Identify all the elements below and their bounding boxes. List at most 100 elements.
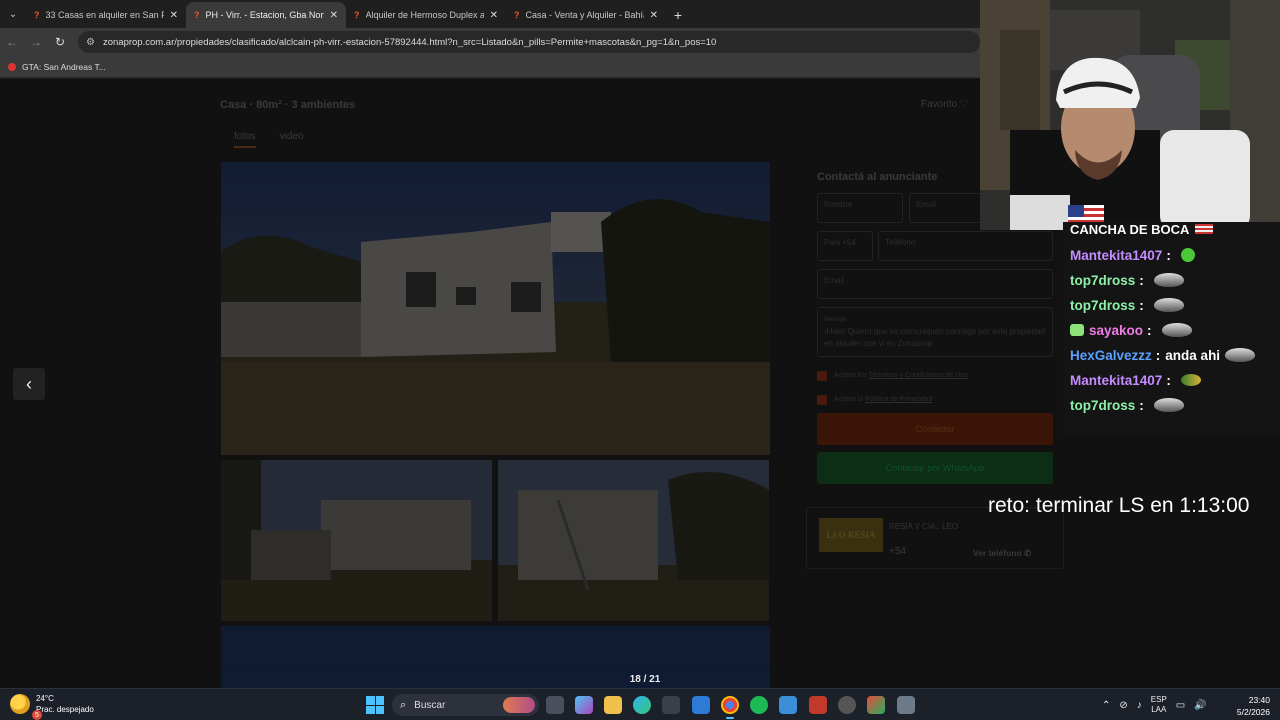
zonaprop-favicon-icon: ? xyxy=(34,10,40,20)
chrome-icon[interactable] xyxy=(721,696,739,719)
terms-link[interactable]: Términos y Condiciones de Uso xyxy=(869,372,968,379)
weather-temp: 24°C xyxy=(36,694,54,703)
user-badge-icon xyxy=(1070,324,1084,336)
chat-username: sayakoo xyxy=(1089,322,1144,338)
frog-emote-icon xyxy=(1180,374,1201,386)
weather-widget[interactable]: 5 24°C Prac. despejado xyxy=(10,693,94,720)
view-phone-label: Ver teléfono xyxy=(973,548,1022,558)
monitor-icon[interactable]: ▭ xyxy=(1176,700,1185,711)
view-phone-link[interactable]: Ver teléfono ✆ xyxy=(973,548,1031,559)
spotify-icon[interactable] xyxy=(750,696,768,714)
terms-label: Acepto los Términos y Condiciones de Uso xyxy=(834,372,968,379)
chat-username: Mantekita1407 xyxy=(1070,247,1163,263)
privacy-checkbox[interactable] xyxy=(817,395,827,405)
green-emote-icon xyxy=(1180,248,1195,262)
tab-3[interactable]: ? Alquiler de Hermoso Duplex a ✕ xyxy=(346,2,506,28)
privacy-prefix: Acepto la xyxy=(834,396,864,403)
webcam-image xyxy=(980,0,1280,230)
chevron-left-icon: ‹ xyxy=(26,373,32,394)
back-arrow-icon[interactable]: ← xyxy=(0,30,24,54)
reload-icon[interactable]: ↻ xyxy=(48,30,72,54)
microphone-icon[interactable]: ♪ xyxy=(1137,700,1142,711)
chat-message: Mantekita1407: xyxy=(1070,244,1195,266)
tab-2-close-icon[interactable]: ✕ xyxy=(330,10,338,21)
chat-message: sayakoo: xyxy=(1070,319,1192,341)
name-field[interactable]: Nombre xyxy=(817,193,903,223)
tab-2-title: PH - Virr. - Estacion, Gba Norte xyxy=(205,10,324,20)
tab-search-chevron-icon[interactable]: ⌄ xyxy=(0,0,26,28)
chat-username: top7dross xyxy=(1070,272,1136,288)
prefix-label: País xyxy=(824,238,841,247)
volume-icon[interactable]: 🔊 xyxy=(1194,700,1206,711)
car-emote-icon xyxy=(1153,273,1184,287)
network-off-icon[interactable]: ⊘ xyxy=(1119,700,1127,711)
gallery-thumb-3[interactable] xyxy=(221,626,770,688)
tab-video[interactable]: video xyxy=(280,131,304,148)
yard-photo-2 xyxy=(498,460,769,621)
message-text: ¡Hola! Quiero que se comuniquen conmigo … xyxy=(824,327,1046,348)
message-field[interactable]: Mensaje ¡Hola! Quiero que se comuniquen … xyxy=(817,307,1053,357)
mail-icon[interactable] xyxy=(692,696,710,714)
tools-icon[interactable] xyxy=(897,696,915,714)
terms-checkbox[interactable] xyxy=(817,371,827,381)
chat-username: top7dross xyxy=(1070,297,1136,313)
gallery-main-photo[interactable] xyxy=(221,162,770,455)
taskbar-search[interactable]: ⌕ Buscar xyxy=(392,694,539,716)
system-tray: ⌃ ⊘ ♪ ESP LAA ▭ 🔊 xyxy=(1102,689,1207,720)
notepad-icon[interactable] xyxy=(779,696,797,714)
heart-icon: ♡ xyxy=(959,99,969,110)
edge-icon[interactable] xyxy=(633,696,651,714)
store-icon[interactable] xyxy=(662,696,680,714)
lang-line-1: ESP xyxy=(1150,695,1167,704)
tab-3-title: Alquiler de Hermoso Duplex a xyxy=(365,10,484,20)
tab-1-close-icon[interactable]: ✕ xyxy=(170,10,178,21)
prefix-value: +54 xyxy=(842,238,856,247)
gallery-prev-button[interactable]: ‹ xyxy=(13,368,45,400)
agent-phone: +54 xyxy=(889,546,906,557)
phone-field[interactable]: Teléfono xyxy=(878,231,1053,261)
email-field[interactable]: Email xyxy=(817,269,1053,299)
favorite-label: Favorito xyxy=(921,99,958,110)
terms-prefix: Acepto los xyxy=(834,372,867,379)
url-input[interactable]: ⚙ zonaprop.com.ar/propiedades/clasificad… xyxy=(78,31,980,53)
tab-fotos[interactable]: fotos xyxy=(234,131,256,148)
tab-1[interactable]: ? 33 Casas en alquiler en San Fer ✕ xyxy=(26,2,186,28)
whatsapp-button[interactable]: Contactar por WhatsApp xyxy=(817,452,1053,484)
clock[interactable]: 23:40 5/2/2026 xyxy=(1232,694,1270,718)
chat-message: Mantekita1407: xyxy=(1070,369,1201,391)
steam-icon[interactable] xyxy=(838,696,856,714)
chevron-up-icon[interactable]: ⌃ xyxy=(1102,700,1110,711)
app-icon[interactable] xyxy=(867,696,885,714)
bookmark-item[interactable]: GTA: San Andreas T... xyxy=(8,62,106,72)
new-tab-button[interactable]: + xyxy=(666,2,690,28)
browser-tab-bar: ⌄ ? 33 Casas en alquiler en San Fer ✕ ? … xyxy=(0,0,980,28)
bookmark-favicon-icon xyxy=(8,62,16,71)
contact-button[interactable]: Contactar xyxy=(817,413,1053,445)
tab-2-active[interactable]: ? PH - Virr. - Estacion, Gba Norte ✕ xyxy=(186,2,346,28)
task-view-icon[interactable] xyxy=(546,696,564,714)
sun-icon xyxy=(10,694,30,714)
listing-title: Casa · 80m² · 3 ambientes xyxy=(220,99,356,111)
tab-3-close-icon[interactable]: ✕ xyxy=(490,10,498,21)
stream-chat: CANCHA DE BOCA Mantekita1407: top7dross:… xyxy=(1063,222,1280,434)
language-indicator[interactable]: ESP LAA xyxy=(1151,695,1167,715)
flag-icon xyxy=(1195,224,1214,234)
copilot-icon[interactable] xyxy=(575,696,593,714)
windows-start-icon[interactable] xyxy=(366,696,384,714)
obs-icon[interactable] xyxy=(809,696,827,714)
gallery-thumb-1[interactable] xyxy=(221,460,492,621)
house-photo xyxy=(221,162,770,455)
file-explorer-icon[interactable] xyxy=(604,696,622,714)
tab-4[interactable]: ? Casa - Venta y Alquiler - Bahía ✕ xyxy=(506,2,666,28)
favorite-button[interactable]: Favorito ♡ xyxy=(921,99,969,110)
chat-message: top7dross: xyxy=(1070,394,1184,416)
forward-arrow-icon[interactable]: → xyxy=(24,30,48,54)
country-prefix-select[interactable]: País +54 xyxy=(817,231,873,261)
tab-4-title: Casa - Venta y Alquiler - Bahía xyxy=(525,10,644,20)
tab-4-close-icon[interactable]: ✕ xyxy=(650,10,658,21)
privacy-link[interactable]: Política de Privacidad xyxy=(865,396,932,403)
chat-header-text: CANCHA DE BOCA xyxy=(1070,222,1190,237)
search-label: Buscar xyxy=(414,699,446,711)
gallery-thumb-2[interactable] xyxy=(498,460,769,621)
site-settings-icon[interactable]: ⚙ xyxy=(86,37,95,48)
